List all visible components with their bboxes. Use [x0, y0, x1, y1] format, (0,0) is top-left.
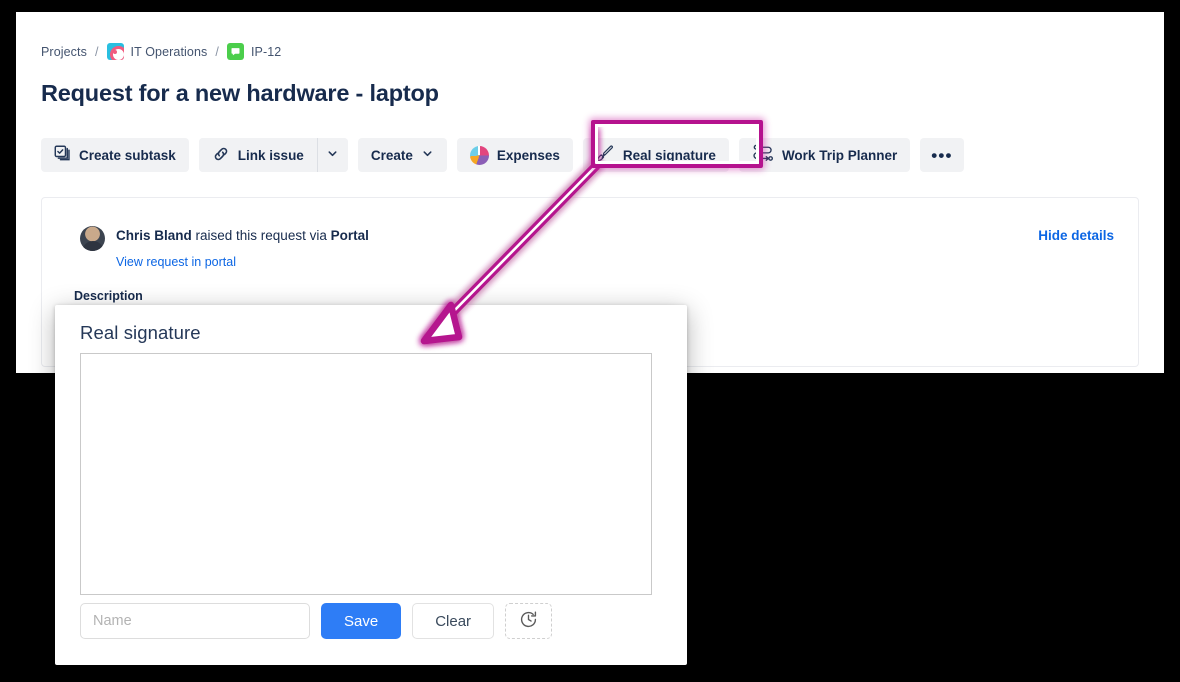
- modal-title: Real signature: [80, 322, 201, 343]
- request-channel: Portal: [330, 228, 369, 243]
- breadcrumb-issue-key[interactable]: IP-12: [251, 45, 281, 59]
- more-actions-icon: •••: [931, 145, 953, 165]
- reporter-name: Chris Bland: [116, 228, 192, 243]
- create-button[interactable]: Create: [357, 138, 447, 172]
- name-input[interactable]: [80, 603, 310, 639]
- expenses-label: Expenses: [496, 147, 560, 163]
- modal-controls: Save Clear: [80, 603, 553, 639]
- clock-restore-icon: [519, 610, 538, 632]
- chevron-down-icon: [326, 147, 339, 163]
- clear-button[interactable]: Clear: [412, 603, 495, 639]
- service-request-icon: [226, 43, 244, 60]
- create-subtask-label: Create subtask: [79, 147, 176, 163]
- link-issue-label: Link issue: [237, 147, 304, 163]
- create-label: Create: [370, 147, 413, 163]
- breadcrumb-separator-1: /: [94, 44, 99, 59]
- hide-details-link[interactable]: Hide details: [1038, 228, 1114, 243]
- breadcrumb-separator-2: /: [215, 44, 219, 59]
- more-actions-button[interactable]: •••: [920, 138, 964, 172]
- link-issue-split-button: Link issue: [198, 138, 348, 172]
- create-subtask-button[interactable]: Create subtask: [41, 138, 189, 172]
- breadcrumb: Projects / IT Operations / IP-12: [41, 43, 281, 60]
- expenses-button[interactable]: Expenses: [456, 138, 573, 172]
- view-request-in-portal-link[interactable]: View request in portal: [116, 255, 236, 269]
- create-subtask-icon: [54, 145, 71, 165]
- avatar: [80, 226, 105, 251]
- raised-text: raised this request via: [191, 228, 331, 243]
- work-trip-planner-button[interactable]: Work Trip Planner: [738, 138, 911, 172]
- link-issue-button[interactable]: Link issue: [198, 138, 317, 172]
- link-issue-dropdown-button[interactable]: [316, 138, 348, 172]
- breadcrumb-projects-link[interactable]: Projects: [41, 45, 87, 59]
- request-raised-line: Chris Bland raised this request via Port…: [116, 228, 369, 243]
- signature-drawing-canvas[interactable]: [80, 353, 652, 595]
- it-operations-project-icon: [106, 43, 124, 60]
- chevron-down-icon: [421, 147, 434, 163]
- issue-actions-toolbar: Create subtask Link issue Create Expense…: [41, 138, 964, 172]
- screenshot-root: Projects / IT Operations / IP-12 Request…: [0, 0, 1180, 682]
- real-signature-highlight-inner: [595, 124, 759, 164]
- save-button[interactable]: Save: [321, 603, 402, 639]
- pie-chart-icon: [469, 145, 489, 165]
- history-restore-button[interactable]: [505, 603, 553, 639]
- page-title: Request for a new hardware - laptop: [41, 80, 439, 106]
- description-label: Description: [74, 289, 143, 303]
- work-trip-planner-label: Work Trip Planner: [781, 147, 898, 163]
- breadcrumb-project-link[interactable]: IT Operations: [131, 45, 208, 59]
- link-icon: [212, 145, 230, 166]
- real-signature-modal: Real signature Save Clear: [55, 305, 687, 665]
